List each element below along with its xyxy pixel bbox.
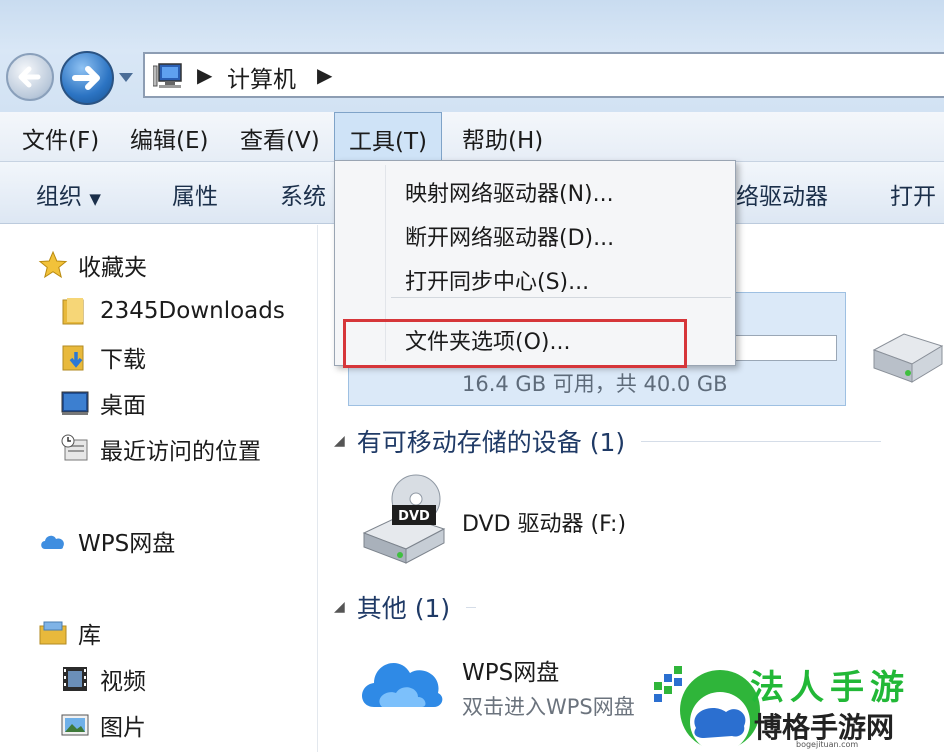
- nav-2345downloads[interactable]: 2345Downloads: [60, 293, 285, 329]
- menu-separator: [391, 297, 731, 298]
- nav-pictures[interactable]: 图片: [60, 707, 146, 743]
- nav-videos[interactable]: 视频: [60, 661, 146, 697]
- menu-file[interactable]: 文件(F): [20, 121, 101, 154]
- collapse-triangle-icon: ◢: [334, 599, 345, 615]
- organize-label: 组织: [36, 184, 82, 210]
- section-other[interactable]: ◢ 其他 (1): [334, 589, 477, 625]
- menu-item-disconnect-network-drive[interactable]: 断开网络驱动器(D)...: [405, 220, 614, 252]
- nav-wps-cloud-label: WPS网盘: [78, 531, 176, 557]
- nav-libraries[interactable]: 库: [38, 615, 101, 651]
- nav-recent-places-label: 最近访问的位置: [100, 439, 261, 465]
- nav-downloads[interactable]: 下载: [60, 339, 146, 375]
- hard-drive-icon[interactable]: [864, 320, 944, 390]
- arrow-right-icon: [72, 66, 100, 90]
- folder-icon: [62, 298, 84, 325]
- cloud-icon: [41, 535, 64, 549]
- section-other-title: 其他 (1): [356, 594, 451, 623]
- nav-favorites-label: 收藏夹: [78, 255, 147, 281]
- title-bar: ▶ 计算机 ▶: [0, 0, 944, 112]
- nav-desktop-label: 桌面: [100, 393, 146, 419]
- menu-bar: 文件(F) 编辑(E) 查看(V) 工具(T) 帮助(H): [0, 112, 944, 162]
- nav-downloads-label: 下载: [100, 347, 146, 373]
- chevron-down-icon: ▼: [89, 190, 101, 208]
- recent-places-icon: [61, 434, 88, 461]
- picture-icon: [61, 714, 89, 736]
- menu-view[interactable]: 查看(V): [238, 121, 322, 154]
- arrow-left-icon: [18, 66, 41, 88]
- breadcrumb-computer[interactable]: 计算机: [227, 60, 296, 94]
- organize-button[interactable]: 组织 ▼: [36, 177, 101, 211]
- menu-help[interactable]: 帮助(H): [460, 121, 545, 154]
- properties-button[interactable]: 属性: [172, 177, 218, 211]
- wps-cloud-title[interactable]: WPS网盘: [462, 653, 559, 687]
- desktop-icon: [61, 391, 89, 415]
- system-properties-button[interactable]: 系统: [280, 177, 326, 211]
- wps-cloud-description: 双击进入WPS网盘: [462, 695, 635, 719]
- chevron-down-icon[interactable]: [117, 70, 135, 84]
- video-icon: [63, 667, 87, 691]
- navigation-pane: 收藏夹 2345Downloads 下载 桌面 最近访问的位置 WPS网盘 库 …: [0, 225, 318, 752]
- wps-cloud-icon[interactable]: [356, 645, 448, 715]
- menu-item-map-network-drive[interactable]: 映射网络驱动器(N)...: [405, 176, 614, 208]
- nav-recent-places[interactable]: 最近访问的位置: [60, 431, 261, 467]
- watermark: 法人手游 博格手游网 bogejituan.com: [650, 648, 944, 752]
- map-network-drive-button[interactable]: 络驱动器: [736, 177, 828, 211]
- section-divider: [641, 440, 882, 442]
- menu-tools[interactable]: 工具(T): [334, 112, 442, 162]
- open-control-panel-button[interactable]: 打开: [890, 177, 936, 211]
- nav-2345downloads-label: 2345Downloads: [100, 298, 285, 324]
- nav-libraries-label: 库: [78, 623, 101, 649]
- back-button[interactable]: [6, 53, 54, 101]
- star-icon: [38, 250, 68, 279]
- chevron-right-icon[interactable]: ▶: [317, 63, 332, 87]
- dvd-drive-icon[interactable]: DVD: [354, 471, 450, 567]
- menu-edit[interactable]: 编辑(E): [128, 121, 210, 154]
- nav-videos-label: 视频: [100, 669, 146, 695]
- section-removable-title: 有可移动存储的设备 (1): [356, 428, 626, 457]
- section-removable[interactable]: ◢ 有可移动存储的设备 (1): [334, 423, 882, 459]
- section-divider: [466, 606, 477, 608]
- dvd-drive-label[interactable]: DVD 驱动器 (F:): [462, 506, 626, 538]
- download-folder-icon: [62, 345, 84, 371]
- nav-desktop[interactable]: 桌面: [60, 385, 146, 421]
- nav-pictures-label: 图片: [100, 715, 146, 741]
- nav-wps-cloud[interactable]: WPS网盘: [38, 523, 175, 559]
- forward-button[interactable]: [60, 51, 114, 105]
- chevron-right-icon[interactable]: ▶: [197, 63, 212, 87]
- watermark-title: 法人手游: [750, 668, 910, 708]
- menu-item-open-sync-center[interactable]: 打开同步中心(S)...: [405, 264, 589, 296]
- computer-icon: [153, 63, 182, 88]
- collapse-triangle-icon: ◢: [334, 433, 345, 449]
- watermark-url: bogejituan.com: [796, 740, 859, 749]
- address-bar[interactable]: ▶ 计算机 ▶: [143, 52, 944, 98]
- drive-free-space: 16.4 GB 可用，共 40.0 GB: [462, 372, 728, 396]
- library-icon: [39, 621, 67, 645]
- nav-favorites[interactable]: 收藏夹: [38, 247, 147, 283]
- dvd-badge: DVD: [398, 509, 430, 524]
- folder-options-highlight: [343, 319, 687, 368]
